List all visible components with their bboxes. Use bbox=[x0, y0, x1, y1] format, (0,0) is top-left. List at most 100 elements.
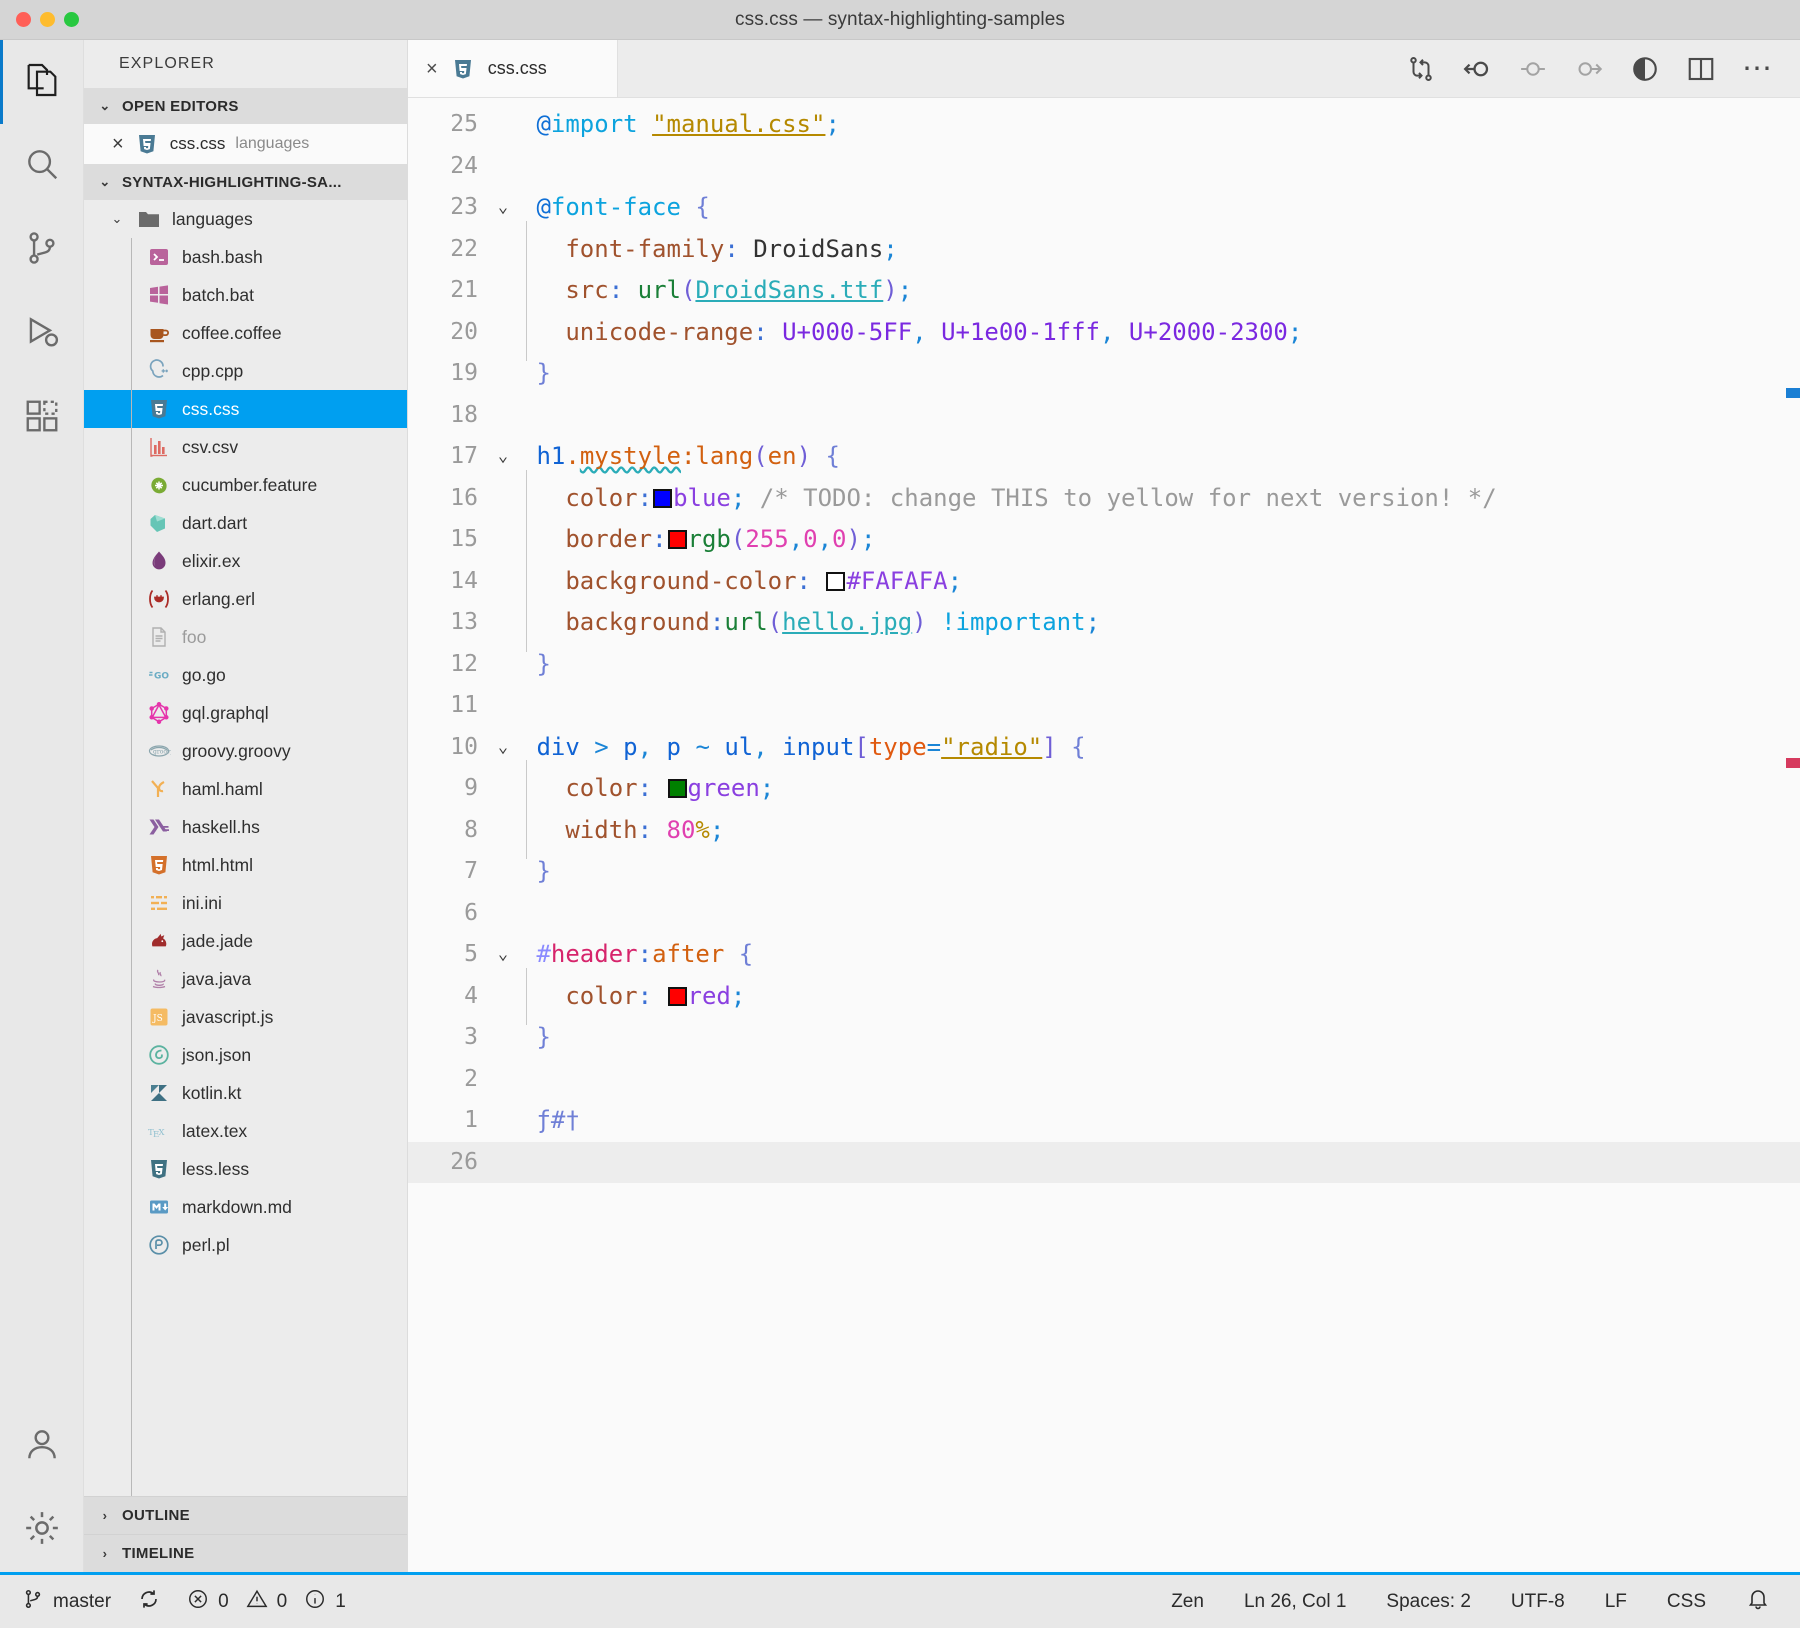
arrow-circle-left-icon[interactable] bbox=[1462, 54, 1492, 84]
batch-icon bbox=[146, 282, 172, 308]
tab-css-css[interactable]: × css.css bbox=[408, 40, 618, 97]
tree-file-markdown-md[interactable]: markdown.md bbox=[84, 1188, 407, 1226]
section-workspace[interactable]: ⌄ SYNTAX-HIGHLIGHTING-SA... bbox=[84, 164, 407, 200]
tree-file-cpp-cpp[interactable]: cpp.cpp bbox=[84, 352, 407, 390]
code-line[interactable]: 18 bbox=[408, 395, 1800, 437]
tree-file-go-go[interactable]: GO go.go bbox=[84, 656, 407, 694]
activity-item-search[interactable] bbox=[0, 124, 84, 208]
workbench-body: EXPLORER ⌄ OPEN EDITORS × css.css langua… bbox=[0, 40, 1800, 1572]
code-line[interactable]: 11 bbox=[408, 685, 1800, 727]
code-line[interactable]: 6 bbox=[408, 893, 1800, 935]
tree-file-ini-ini[interactable]: ini.ini bbox=[84, 884, 407, 922]
code-line[interactable]: 17 ⌄ h1.mystyle:lang(en) { bbox=[408, 436, 1800, 478]
tree-file-java-java[interactable]: java.java bbox=[84, 960, 407, 998]
code-line[interactable]: 20 unicode-range: U+000-5FF, U+1e00-1fff… bbox=[408, 303, 1800, 361]
code-editor[interactable]: 25 @import "manual.css"; 24 23 ⌄ @font-fac… bbox=[408, 98, 1800, 1572]
code-line[interactable]: 2 bbox=[408, 1059, 1800, 1101]
code-line[interactable]: 1 ƒ#† bbox=[408, 1100, 1800, 1142]
status-language-mode[interactable]: CSS bbox=[1667, 1591, 1706, 1613]
code-line[interactable]: 14 background-color: #FAFAFA; bbox=[408, 552, 1800, 610]
account-icon bbox=[23, 1425, 61, 1468]
circle-arrow-right-icon[interactable] bbox=[1574, 54, 1604, 84]
status-problems[interactable]: 0 0 1 bbox=[187, 1588, 346, 1616]
code-line[interactable]: 7 } bbox=[408, 851, 1800, 893]
code-line[interactable]: 5 ⌄ #header:after { bbox=[408, 934, 1800, 976]
code-line[interactable]: 22 font-family: DroidSans; bbox=[408, 220, 1800, 278]
section-open-editors[interactable]: ⌄ OPEN EDITORS bbox=[84, 88, 407, 124]
activity-item-explorer[interactable] bbox=[0, 40, 84, 124]
tree-file-foo[interactable]: foo bbox=[84, 618, 407, 656]
status-zen[interactable]: Zen bbox=[1171, 1591, 1204, 1613]
code-line[interactable]: 15 border: rgb(255,0,0); bbox=[408, 511, 1800, 568]
code-line[interactable]: 21 src: url(DroidSans.ttf); bbox=[408, 262, 1800, 319]
section-timeline[interactable]: › TIMELINE bbox=[84, 1534, 407, 1572]
code-line[interactable]: 23 ⌄ @font-face { bbox=[408, 187, 1800, 229]
status-sync[interactable] bbox=[137, 1587, 161, 1617]
code-line[interactable]: 12 } bbox=[408, 644, 1800, 686]
section-outline[interactable]: › OUTLINE bbox=[84, 1496, 407, 1534]
overview-ruler[interactable] bbox=[1786, 98, 1800, 1572]
fold-chevron-icon[interactable]: ⌄ bbox=[484, 436, 522, 478]
code-line[interactable]: 24 bbox=[408, 146, 1800, 188]
half-circle-icon[interactable] bbox=[1630, 54, 1660, 84]
code-line[interactable]: 4 color: red; bbox=[408, 967, 1800, 1025]
code-line[interactable]: 19 } bbox=[408, 353, 1800, 395]
fold-chevron-icon[interactable]: ⌄ bbox=[484, 187, 522, 229]
activity-item-accounts[interactable] bbox=[0, 1404, 84, 1488]
code-lines[interactable]: 25 @import "manual.css"; 24 23 ⌄ @font-fac… bbox=[408, 98, 1800, 1183]
close-icon[interactable]: × bbox=[426, 59, 438, 79]
tree-file-csv-csv[interactable]: csv.csv bbox=[84, 428, 407, 466]
tree-folder-languages[interactable]: ⌄ languages bbox=[84, 200, 407, 238]
status-branch[interactable]: master bbox=[22, 1588, 111, 1616]
activity-item-extensions[interactable] bbox=[0, 376, 84, 460]
tree-file-haml-haml[interactable]: haml.haml bbox=[84, 770, 407, 808]
tree-file-elixir-ex[interactable]: elixir.ex bbox=[84, 542, 407, 580]
latex-icon: TEX bbox=[146, 1118, 172, 1144]
fold-chevron-icon[interactable]: ⌄ bbox=[484, 727, 522, 769]
code-line[interactable]: 10 ⌄ div > p, p ~ ul, input[type="radio"]… bbox=[408, 727, 1800, 769]
status-indentation[interactable]: Spaces: 2 bbox=[1386, 1591, 1471, 1613]
status-cursor-position[interactable]: Ln 26, Col 1 bbox=[1244, 1591, 1346, 1613]
tree-file-json-json[interactable]: json.json bbox=[84, 1036, 407, 1074]
bell-icon[interactable] bbox=[1746, 1587, 1770, 1617]
tree-file-jade-jade[interactable]: jade.jade bbox=[84, 922, 407, 960]
tree-file-kotlin-kt[interactable]: kotlin.kt bbox=[84, 1074, 407, 1112]
tree-file-less-less[interactable]: less.less bbox=[84, 1150, 407, 1188]
code-line[interactable]: 13 background:url(hello.jpg) !important; bbox=[408, 594, 1800, 651]
tree-file-label: dart.dart bbox=[182, 512, 248, 533]
tree-file-javascript-js[interactable]: JS javascript.js bbox=[84, 998, 407, 1036]
tree-file-bash-bash[interactable]: bash.bash bbox=[84, 238, 407, 276]
tree-file-perl-pl[interactable]: perl.pl bbox=[84, 1226, 407, 1264]
activity-item-manage[interactable] bbox=[0, 1488, 84, 1572]
tree-file-html-html[interactable]: html.html bbox=[84, 846, 407, 884]
code-line[interactable]: 25 @import "manual.css"; bbox=[408, 104, 1800, 146]
tree-file-coffee-coffee[interactable]: coffee.coffee bbox=[84, 314, 407, 352]
code-line[interactable]: 16 color: blue; /* TODO: change THIS to y… bbox=[408, 469, 1800, 527]
file-tree: ⌄ languages bash.bash batch.bat coffee.cof… bbox=[84, 200, 407, 1496]
circle-line-icon[interactable] bbox=[1518, 54, 1548, 84]
git-compare-icon[interactable] bbox=[1406, 54, 1436, 84]
open-editor-item-css[interactable]: × css.css languages bbox=[84, 124, 407, 164]
tree-file-dart-dart[interactable]: dart.dart bbox=[84, 504, 407, 542]
activity-item-source-control[interactable] bbox=[0, 208, 84, 292]
code-line[interactable]: 9 color: green; bbox=[408, 760, 1800, 817]
tree-file-groovy-groovy[interactable]: groovy groovy.groovy bbox=[84, 732, 407, 770]
ellipsis-icon[interactable]: ⋯ bbox=[1742, 53, 1772, 83]
tree-file-batch-bat[interactable]: batch.bat bbox=[84, 276, 407, 314]
status-eol[interactable]: LF bbox=[1605, 1591, 1627, 1613]
fold-chevron-icon[interactable]: ⌄ bbox=[484, 934, 522, 976]
split-editor-icon[interactable] bbox=[1686, 54, 1716, 84]
tree-file-label: go.go bbox=[182, 664, 226, 685]
code-line[interactable]: 3 } bbox=[408, 1017, 1800, 1059]
tree-file-erlang-erl[interactable]: erlang.erl bbox=[84, 580, 407, 618]
status-encoding[interactable]: UTF-8 bbox=[1511, 1591, 1565, 1613]
tree-file-css-css[interactable]: css.css bbox=[84, 390, 407, 428]
activity-item-run-and-debug[interactable] bbox=[0, 292, 84, 376]
code-line[interactable]: 26 bbox=[408, 1141, 1800, 1183]
tree-file-cucumber-feature[interactable]: cucumber.feature bbox=[84, 466, 407, 504]
close-icon[interactable]: × bbox=[112, 133, 124, 156]
tree-file-gql-graphql[interactable]: gql.graphql bbox=[84, 694, 407, 732]
code-line[interactable]: 8 width: 80%; bbox=[408, 801, 1800, 859]
tree-file-haskell-hs[interactable]: haskell.hs bbox=[84, 808, 407, 846]
tree-file-latex-tex[interactable]: T E X latex.tex bbox=[84, 1112, 407, 1150]
